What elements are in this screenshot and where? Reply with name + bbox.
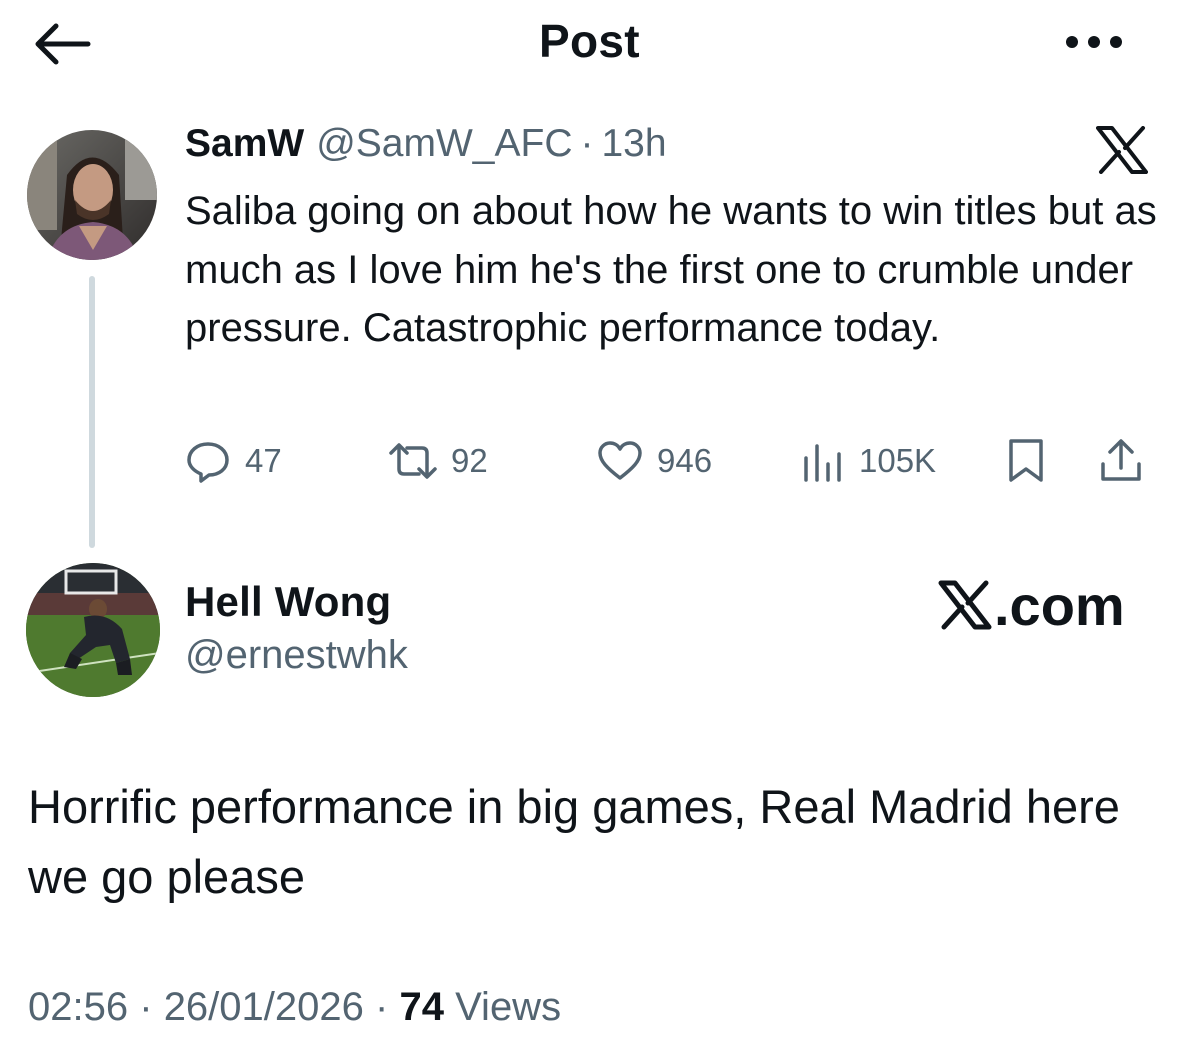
repost-icon [389,443,437,479]
reply-count: 47 [245,442,282,479]
more-options-button[interactable] [1062,30,1126,54]
avatar-samw[interactable] [27,130,157,260]
x-com-watermark: .com [938,573,1125,637]
repost-count: 92 [451,442,488,479]
meta-separator: · [580,122,594,165]
x-logo-icon [938,580,992,630]
share-icon [1101,439,1141,481]
post-views-label: Views [455,985,562,1029]
quoted-post-text: Saliba going on about how he wants to wi… [185,189,1157,350]
page-title: Post [539,15,640,67]
avatar-hell-wong[interactable] [26,563,160,697]
repost-button[interactable]: 92 [385,436,488,486]
post-time[interactable]: 02:56 [28,985,128,1029]
post-date[interactable]: 26/01/2026 [164,985,364,1029]
heart-icon [598,441,642,480]
like-count: 946 [657,442,713,479]
views-button[interactable]: 105K [801,436,936,486]
post-views-count[interactable]: 74 [399,985,444,1029]
watermark-text: .com [994,573,1125,637]
post-screen: Post SamW @SamW_AFC · 13h Saliba going o… [0,0,1179,1063]
share-button[interactable] [1099,436,1143,486]
x-logo-icon [1096,126,1148,174]
bookmark-icon [1009,439,1043,482]
avatar-image [26,563,160,697]
meta-separator: · [375,985,389,1029]
main-post-text: Horrific performance in big games, Real … [28,780,1120,903]
bookmark-button[interactable] [1007,436,1045,486]
quoted-post-actions: 47 92 946 105K [185,436,1155,486]
more-horizontal-icon [1066,36,1122,48]
avatar-image [27,130,157,260]
analytics-icon [804,444,841,482]
quoted-author-handle[interactable]: @SamW_AFC [316,122,572,166]
meta-separator: · [139,985,153,1029]
like-button[interactable]: 946 [597,436,712,486]
main-author-handle[interactable]: @ernestwhk [185,633,408,678]
post-metadata: 02:56 · 26/01/2026 · 74 Views [28,985,561,1030]
quoted-author-row: SamW @SamW_AFC · 13h [185,122,667,172]
main-author-name[interactable]: Hell Wong [185,578,391,626]
quoted-author-name[interactable]: SamW [185,122,304,166]
reply-icon [187,442,229,483]
quoted-post-age[interactable]: 13h [601,122,666,166]
reply-button[interactable]: 47 [185,436,282,486]
views-count: 105K [859,442,937,479]
thread-connector-line [89,276,95,548]
